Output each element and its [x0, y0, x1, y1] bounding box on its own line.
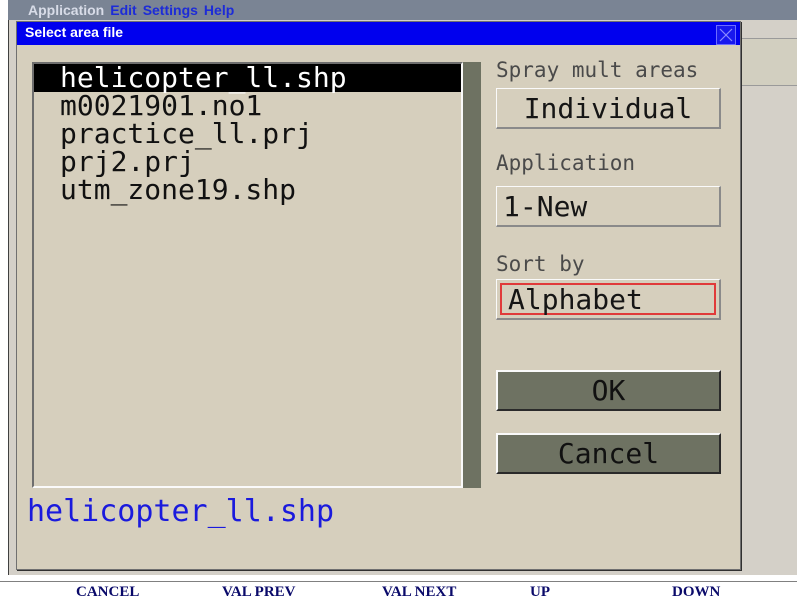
application-label: Application	[496, 151, 636, 175]
file-list-scrollbar[interactable]	[463, 62, 481, 488]
file-list-item[interactable]: m0021901.no1	[34, 92, 461, 120]
sort-by-value: Alphabet	[500, 283, 716, 315]
sort-by-field[interactable]: Alphabet	[496, 279, 721, 320]
softkey-val-prev[interactable]: VAL PREV	[222, 584, 296, 601]
softkey-up[interactable]: UP	[530, 584, 550, 601]
ok-button[interactable]: OK	[496, 370, 721, 411]
softkey-bar: CANCEL VAL PREV VAL NEXT UP DOWN	[0, 581, 797, 602]
app-menubar: Application Edit Settings Help	[8, 0, 797, 20]
file-list-item[interactable]: utm_zone19.shp	[34, 176, 461, 204]
close-icon	[719, 28, 733, 42]
close-button[interactable]	[716, 25, 736, 45]
menu-help[interactable]: Help	[202, 2, 238, 18]
select-area-file-dialog: Select area file helicopter_ll.shp m0021…	[16, 21, 741, 570]
dialog-title: Select area file	[25, 24, 124, 40]
file-list[interactable]: helicopter_ll.shp m0021901.no1 practice_…	[32, 62, 463, 488]
application-field[interactable]: 1-New	[496, 186, 721, 227]
spray-mult-areas-field[interactable]: Individual	[496, 88, 721, 129]
cancel-button[interactable]: Cancel	[496, 433, 721, 474]
file-list-item[interactable]: prj2.prj	[34, 148, 461, 176]
dialog-titlebar: Select area file	[17, 22, 740, 45]
softkey-val-next[interactable]: VAL NEXT	[382, 584, 456, 601]
file-list-item[interactable]: helicopter_ll.shp	[34, 64, 461, 92]
menu-edit[interactable]: Edit	[108, 2, 140, 18]
selected-file-path: helicopter_ll.shp	[27, 494, 335, 529]
file-list-item[interactable]: practice_ll.prj	[34, 120, 461, 148]
softkey-down[interactable]: DOWN	[672, 584, 720, 601]
softkey-cancel[interactable]: CANCEL	[76, 584, 139, 601]
spray-mult-areas-label: Spray mult areas	[496, 58, 699, 82]
sort-by-label: Sort by	[496, 252, 585, 276]
menu-settings[interactable]: Settings	[141, 2, 202, 18]
menu-application[interactable]: Application	[26, 2, 108, 18]
app-background-panel	[738, 38, 797, 86]
